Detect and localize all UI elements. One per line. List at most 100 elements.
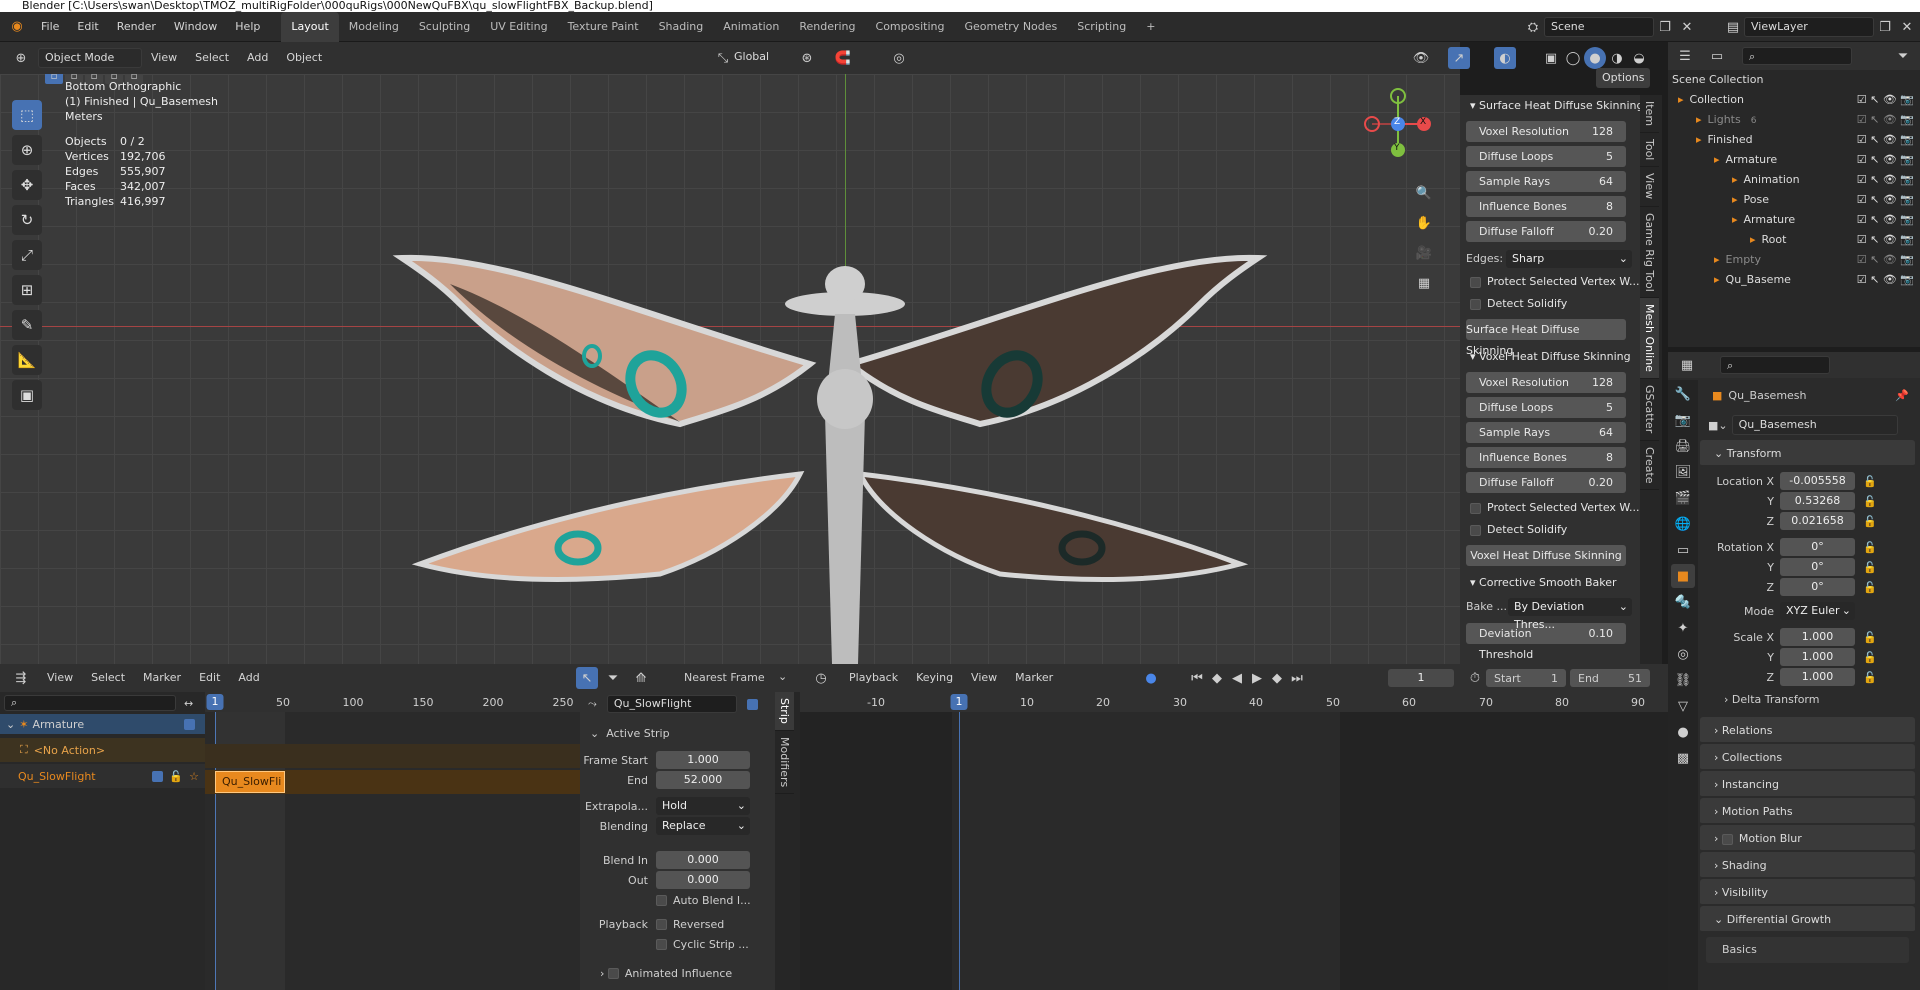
rotation-mode-dropdown[interactable]: XYZ Euler ⌄: [1780, 602, 1855, 620]
visibility-icon[interactable]: ☑ ↖ 👁 📷: [1857, 110, 1914, 130]
action-icon[interactable]: ⤳: [588, 697, 597, 711]
menu-render[interactable]: Render: [108, 12, 165, 42]
nla-filter-icon[interactable]: ⏷: [602, 667, 624, 689]
motion-paths-section[interactable]: › Motion Paths: [1700, 798, 1915, 825]
pivot-icon[interactable]: ⊛: [796, 47, 818, 69]
nla-menu-edit[interactable]: Edit: [190, 663, 229, 693]
voxel-sample-rays[interactable]: Sample Rays 64: [1466, 422, 1626, 443]
blender-logo-icon[interactable]: ◉: [6, 16, 28, 38]
no-action-channel[interactable]: ⛶ <No Action>: [0, 738, 205, 762]
datablock-field[interactable]: Qu_Basemesh: [1731, 415, 1898, 435]
ortho-grid-icon[interactable]: ▦: [1413, 272, 1435, 294]
tab-geometry-nodes[interactable]: Geometry Nodes: [954, 12, 1067, 42]
display-mode-icon[interactable]: ▭: [1706, 45, 1728, 67]
frame-end-field[interactable]: 52.000: [656, 771, 750, 789]
scene-collection-row[interactable]: Scene Collection: [1668, 70, 1920, 90]
snap-mode-dropdown[interactable]: Nearest Frame: [684, 671, 765, 684]
nla-search-input[interactable]: ⌕: [4, 695, 176, 711]
snap-icon[interactable]: ⟰: [630, 667, 652, 689]
play-icon[interactable]: ▶: [1246, 667, 1268, 689]
strip-enabled-checkbox[interactable]: [746, 698, 758, 710]
tab-layout[interactable]: Layout: [281, 11, 339, 42]
outliner-editor-icon[interactable]: ☰: [1674, 45, 1696, 67]
viewport-menu-view[interactable]: View: [142, 43, 186, 73]
timeline-current-frame[interactable]: 1: [950, 694, 968, 710]
track-channel[interactable]: Qu_SlowFlight 🔓 ☆: [0, 764, 205, 788]
collection-tab-icon[interactable]: ▭: [1671, 538, 1695, 562]
cursor-icon[interactable]: ⊕: [12, 135, 42, 165]
mode-dropdown[interactable]: Object Mode: [38, 48, 142, 68]
timeline-menu-marker[interactable]: Marker: [1006, 663, 1062, 693]
tab-modeling[interactable]: Modeling: [339, 12, 409, 42]
outliner-item[interactable]: ▸ Armature ☑ ↖ 👁 📷: [1668, 210, 1920, 230]
transform-icon[interactable]: ⊞: [12, 275, 42, 305]
outliner-item[interactable]: ▸ Pose ☑ ↖ 👁 📷: [1668, 190, 1920, 210]
select-box-icon[interactable]: ⬚: [12, 100, 42, 130]
outliner-item[interactable]: ▸ Armature ☑ ↖ 👁 📷: [1668, 150, 1920, 170]
differential-growth-section[interactable]: ⌄ Differential Growth: [1700, 906, 1915, 933]
pin-icon[interactable]: 📌: [1895, 389, 1909, 402]
visibility-icon[interactable]: ☑ ↖ 👁 📷: [1857, 270, 1914, 290]
scene-field[interactable]: Scene: [1544, 17, 1654, 37]
tab-sculpting[interactable]: Sculpting: [409, 12, 480, 42]
data-tab-icon[interactable]: ▽: [1671, 694, 1695, 718]
menu-edit[interactable]: Edit: [68, 12, 107, 42]
3d-viewport[interactable]: ▫ ▫ ▫ ▫ ▫ ⬚ ⊕ ✥ ↻ ⤢ ⊞ ✎ 📐 ▣ Bottom Ortho…: [0, 74, 1460, 664]
visibility-section[interactable]: › Visibility: [1700, 879, 1915, 906]
lock-icon[interactable]: 🔓: [1863, 475, 1877, 488]
properties-search-input[interactable]: ⌕: [1720, 356, 1830, 374]
outliner-search-input[interactable]: ⌕: [1742, 47, 1852, 65]
voxel-influence-bones[interactable]: Influence Bones 8: [1466, 447, 1626, 468]
deviation-threshold-field[interactable]: Deviation Threshold 0.10: [1466, 623, 1626, 661]
nla-menu-marker[interactable]: Marker: [134, 663, 190, 693]
blend-in-field[interactable]: 0.000: [656, 851, 750, 869]
timeline-editor-icon[interactable]: ◷: [810, 667, 832, 689]
add-cube-icon[interactable]: ▣: [12, 380, 42, 410]
lock-icon[interactable]: 🔓: [169, 770, 183, 783]
tool-tab-icon[interactable]: 🔧: [1671, 382, 1695, 406]
lock-icon[interactable]: 🔓: [1863, 671, 1877, 684]
outliner-item[interactable]: ▸ Animation ☑ ↖ 👁 📷: [1668, 170, 1920, 190]
camera-icon[interactable]: 🎥: [1413, 242, 1435, 264]
armature-channel[interactable]: ⌄ ✶ Armature: [0, 714, 205, 734]
lock-icon[interactable]: 🔓: [1863, 581, 1877, 594]
moth-model[interactable]: [380, 164, 1280, 664]
cyclic-row[interactable]: Cyclic Strip ...: [580, 934, 775, 954]
chevron-down-icon[interactable]: ⌄: [778, 670, 787, 683]
datablock-icon[interactable]: ■⌄: [1708, 419, 1728, 432]
pan-hand-icon[interactable]: ✋: [1413, 212, 1435, 234]
tab-shading[interactable]: Shading: [649, 12, 714, 42]
surface-diffuse-loops[interactable]: Diffuse Loops 5: [1466, 146, 1626, 167]
lock-icon[interactable]: 🔓: [1863, 495, 1877, 508]
next-keyframe-icon[interactable]: ◆: [1266, 667, 1288, 689]
tab-texture-paint[interactable]: Texture Paint: [558, 12, 649, 42]
render-tab-icon[interactable]: 📷: [1671, 408, 1695, 432]
motion-blur-section[interactable]: › Motion Blur: [1700, 825, 1915, 852]
lock-icon[interactable]: 🔓: [1863, 561, 1877, 574]
tab-scripting[interactable]: Scripting: [1067, 12, 1136, 42]
visibility-icon[interactable]: ☑ ↖ 👁 📷: [1857, 250, 1914, 270]
visibility-icon[interactable]: ☑ ↖ 👁 📷: [1857, 150, 1914, 170]
surface-heat-button[interactable]: Surface Heat Diffuse Skinning: [1466, 319, 1626, 357]
blending-dropdown[interactable]: Replace ⌄: [656, 817, 750, 835]
bake-dropdown[interactable]: By Deviation Thres... ⌄: [1508, 597, 1632, 631]
menu-help[interactable]: Help: [226, 12, 269, 42]
delete-view-layer-icon[interactable]: ✕: [1896, 16, 1918, 38]
outliner-item[interactable]: ▸ Root ☑ ↖ 👁 📷: [1668, 230, 1920, 250]
output-tab-icon[interactable]: 🖨: [1671, 434, 1695, 458]
tab-item[interactable]: Item: [1640, 95, 1659, 134]
record-icon[interactable]: ●: [1140, 667, 1162, 689]
zoom-icon[interactable]: 🔍: [1413, 182, 1435, 204]
rendered-shading-icon[interactable]: ◒: [1628, 47, 1650, 69]
scale-icon[interactable]: ⤢: [12, 240, 42, 270]
surface-influence-bones[interactable]: Influence Bones 8: [1466, 196, 1626, 217]
nla-menu-select[interactable]: Select: [82, 663, 134, 693]
animated-influence-header[interactable]: › Animated Influence: [580, 962, 775, 984]
texture-tab-icon[interactable]: ▩: [1671, 746, 1695, 770]
material-shading-icon[interactable]: ◑: [1606, 47, 1628, 69]
end-frame-field[interactable]: End 51: [1570, 669, 1650, 687]
tab-compositing[interactable]: Compositing: [866, 12, 955, 42]
voxel-heat-header[interactable]: ▾ Voxel Heat Diffuse Skinning: [1460, 346, 1640, 368]
voxel-protect-checkbox[interactable]: Protect Selected Vertex W...: [1460, 497, 1640, 519]
tab-modifiers[interactable]: Modifiers: [775, 731, 794, 795]
